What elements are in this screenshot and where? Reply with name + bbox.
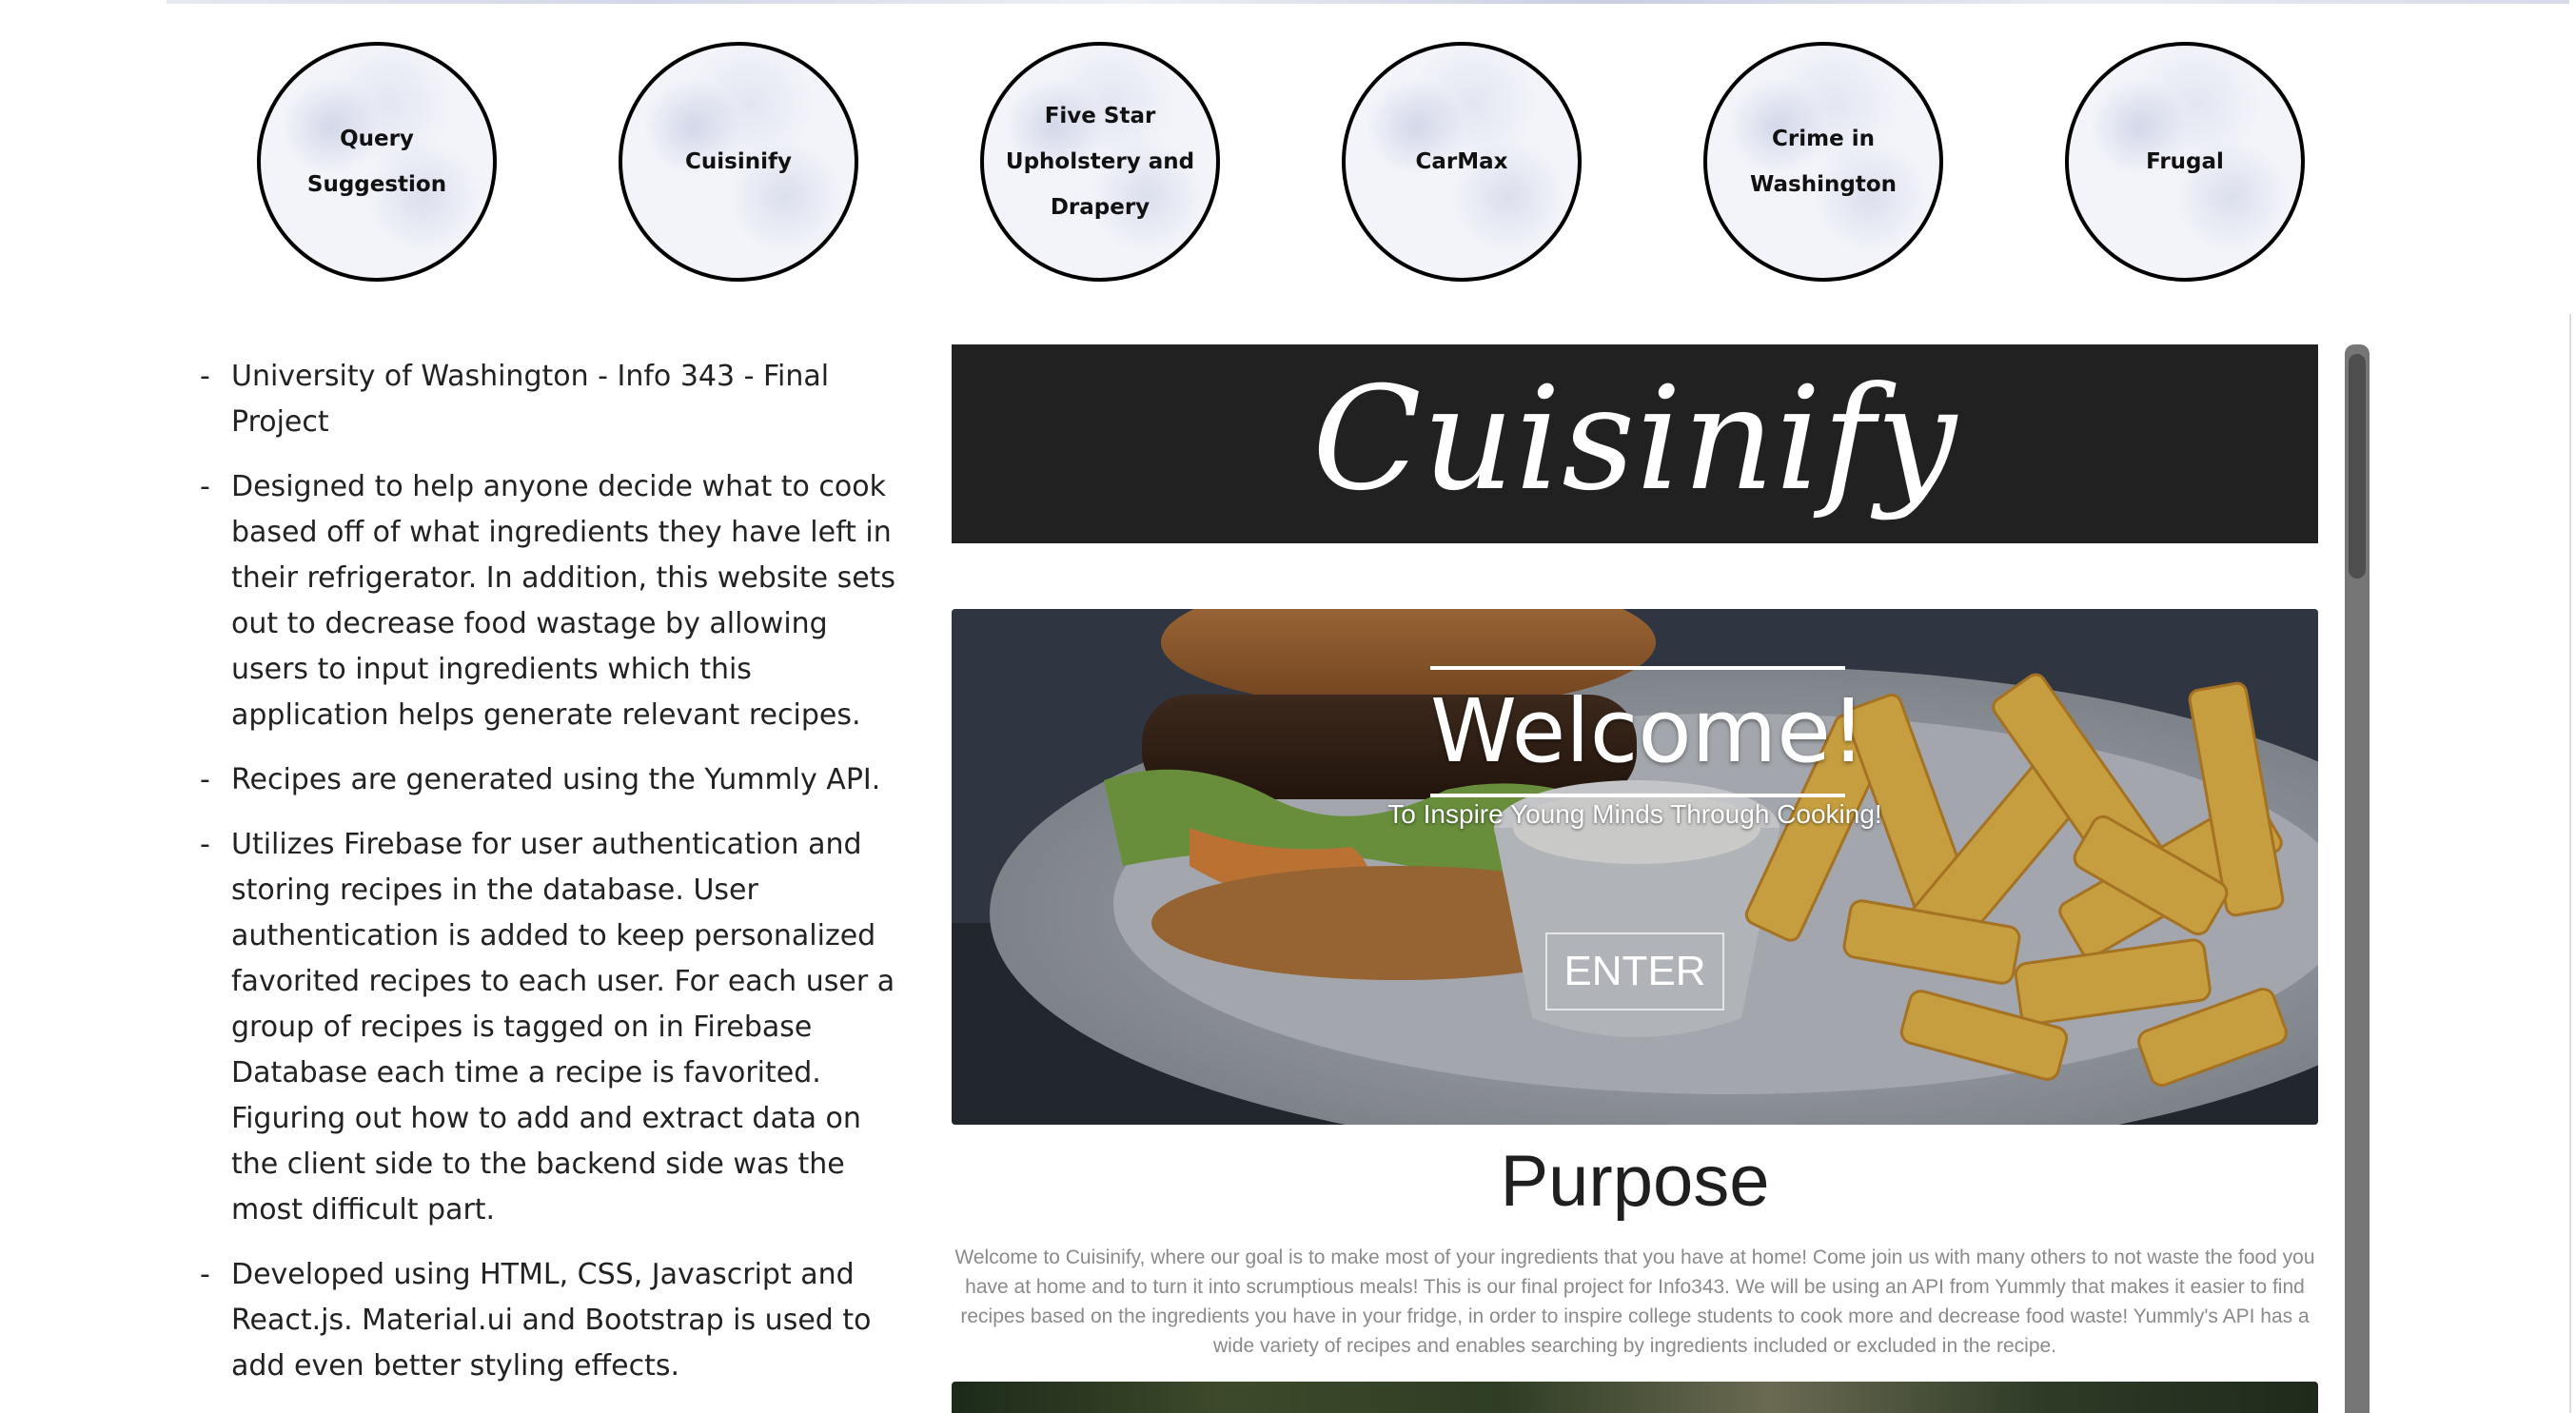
welcome-heading-group: Welcome! <box>1430 666 1866 797</box>
welcome-title: Welcome! <box>1430 680 1866 782</box>
hero-banner: Welcome! To Inspire Young Minds Through … <box>952 609 2318 1125</box>
project-query-suggestion-link[interactable]: Query Suggestion <box>257 42 497 282</box>
list-item-text: Designed to help anyone decide what to c… <box>231 470 896 732</box>
project-label: Five Star Upholstery and Drapery <box>1005 104 1195 220</box>
project-cuisinify-link[interactable]: Cuisinify <box>619 42 858 282</box>
bullet-dash: - <box>200 470 210 503</box>
brand-header: Cuisinify <box>952 344 2318 543</box>
list-item-text: Recipes are generated using the Yummly A… <box>231 763 881 796</box>
header-image-strip <box>167 0 2569 4</box>
list-item: - Designed to help anyone decide what to… <box>200 464 904 738</box>
purpose-heading: Purpose <box>1500 1141 1770 1222</box>
list-item-text: Developed using HTML, CSS, Javascript an… <box>231 1258 872 1383</box>
bullet-dash: - <box>200 1258 210 1291</box>
bullet-dash: - <box>200 828 210 861</box>
project-carmax-link[interactable]: CarMax <box>1342 42 1582 282</box>
project-label: Crime in Washington <box>1749 127 1898 197</box>
enter-button[interactable]: ENTER <box>1545 932 1724 1011</box>
bullet-dash: - <box>200 360 210 393</box>
project-label: CarMax <box>1415 149 1508 174</box>
welcome-subtitle: To Inspire Young Minds Through Cooking! <box>1387 799 1882 829</box>
list-item-text: University of Washington - Info 343 - Fi… <box>231 360 830 439</box>
project-label: Cuisinify <box>685 149 792 174</box>
salad-photo <box>952 1382 2318 1413</box>
brand-logo-text: Cuisinify <box>1311 356 1958 522</box>
project-crime-in-washington-link[interactable]: Crime in Washington <box>1703 42 1943 282</box>
project-frugal-link[interactable]: Frugal <box>2065 42 2305 282</box>
bullet-dash: - <box>200 763 210 796</box>
site-preview-frame[interactable]: Cuisinify Welcome! To Inspire Young Mind… <box>952 344 2318 1413</box>
list-item-text: Utilizes Firebase for user authenticatio… <box>231 828 895 1227</box>
project-five-star-upholstery-link[interactable]: Five Star Upholstery and Drapery <box>980 42 1220 282</box>
project-label: Frugal <box>2146 149 2224 174</box>
page-edge-divider <box>2569 314 2571 1413</box>
purpose-paragraph: Welcome to Cuisinify, where our goal is … <box>954 1246 2315 1357</box>
project-label: Query Suggestion <box>306 127 447 197</box>
list-item: - Recipes are generated using the Yummly… <box>200 757 904 803</box>
list-item: - University of Washington - Info 343 - … <box>200 354 904 445</box>
list-item: - Developed using HTML, CSS, Javascript … <box>200 1252 904 1389</box>
divider <box>1430 794 1845 797</box>
portfolio-page: Query Suggestion Cuisinify Five Star Uph… <box>0 0 2576 1413</box>
list-item: - Utilizes Firebase for user authenticat… <box>200 822 904 1233</box>
preview-scrollbar-thumb[interactable] <box>2349 354 2366 579</box>
project-description-list: - University of Washington - Info 343 - … <box>200 354 904 1408</box>
